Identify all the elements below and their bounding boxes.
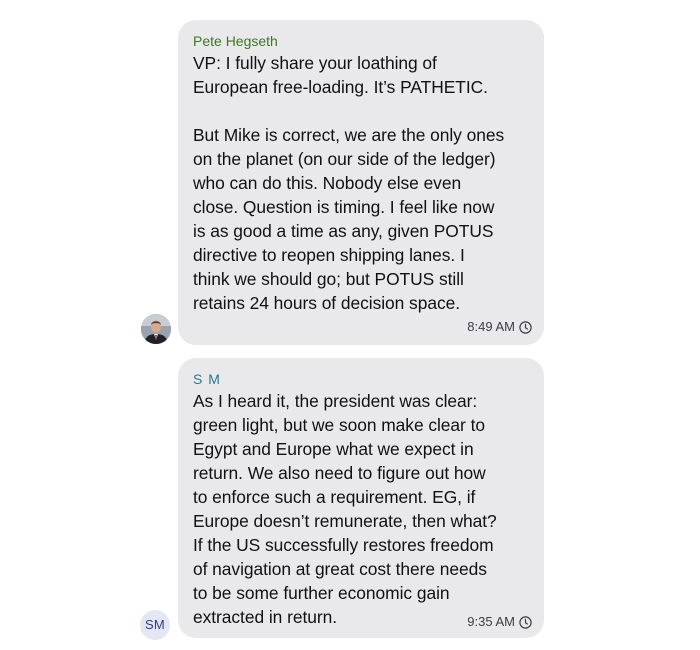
chat-screen: { "messages": [ { "sender": "Pete Hegset… bbox=[0, 0, 700, 650]
sender-name: S M bbox=[193, 371, 221, 387]
sender-name: Pete Hegseth bbox=[193, 33, 278, 49]
person-photo-icon bbox=[141, 314, 171, 344]
timestamp: 8:49 AM bbox=[467, 319, 515, 334]
message-bubble-2[interactable]: S M As I heard it, the president was cle… bbox=[178, 358, 544, 638]
clock-icon bbox=[519, 615, 532, 629]
message-bubble-1[interactable]: Pete Hegseth VP: I fully share your loat… bbox=[178, 20, 544, 345]
timestamp: 9:35 AM bbox=[467, 614, 515, 629]
message-text: VP: I fully share your loathing of Europ… bbox=[193, 53, 505, 313]
avatar[interactable] bbox=[141, 314, 171, 344]
clock-icon bbox=[519, 320, 532, 334]
message-meta: 8:49 AM bbox=[467, 319, 532, 335]
message-meta: 9:35 AM bbox=[467, 614, 532, 630]
message-text: As I heard it, the president was clear: … bbox=[193, 391, 497, 627]
avatar[interactable]: SM bbox=[140, 610, 170, 640]
